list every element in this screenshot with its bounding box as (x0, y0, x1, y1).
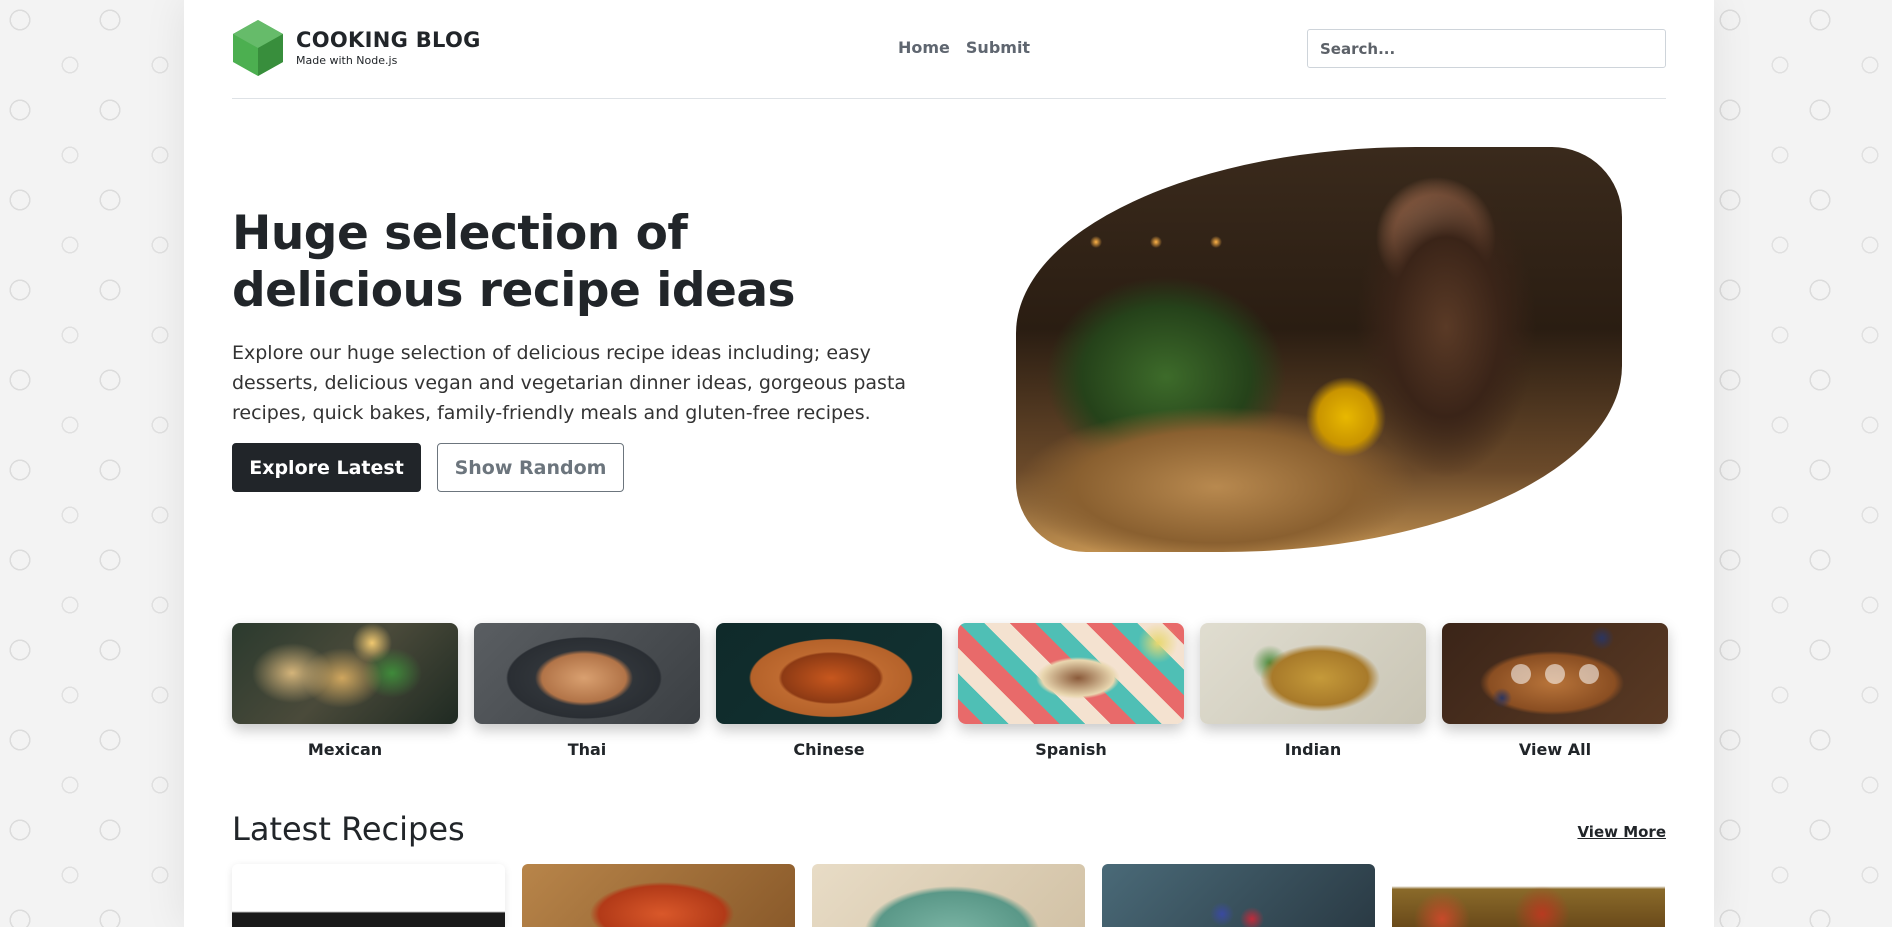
category-label: Chinese (793, 740, 865, 759)
category-label: View All (1518, 740, 1592, 759)
category-indian[interactable]: Indian (1200, 623, 1426, 759)
hero-image (1016, 147, 1622, 552)
latest-recipes-heading: Latest Recipes (232, 810, 465, 848)
show-random-button[interactable]: Show Random (437, 443, 624, 492)
category-mexican[interactable]: Mexican (232, 623, 458, 759)
category-chinese[interactable]: Chinese (716, 623, 942, 759)
logo-title: COOKING BLOG (296, 27, 481, 52)
category-image (958, 623, 1184, 724)
view-more-link[interactable]: View More (1577, 823, 1666, 841)
category-spanish[interactable]: Spanish (958, 623, 1184, 759)
site-logo[interactable]: COOKING BLOG Made with Node.js (232, 19, 481, 77)
nav-link-submit[interactable]: Submit (958, 38, 1038, 58)
search-input[interactable] (1307, 29, 1666, 68)
category-image (474, 623, 700, 724)
carousel-dots-icon (1442, 623, 1668, 724)
category-label: Mexican (307, 740, 383, 759)
recipe-card[interactable] (522, 864, 795, 927)
category-label: Spanish (1035, 740, 1107, 759)
recipe-card[interactable] (1392, 864, 1665, 927)
category-view-all[interactable]: View All (1442, 623, 1668, 759)
logo-subtitle: Made with Node.js (296, 54, 398, 68)
hexagon-logo-icon (233, 20, 283, 76)
page-container: COOKING BLOG Made with Node.js Home Subm… (184, 0, 1714, 927)
category-image (232, 623, 458, 724)
recipe-card[interactable] (812, 864, 1085, 927)
category-image (1200, 623, 1426, 724)
category-label: Thai (567, 740, 607, 759)
category-label: Indian (1284, 740, 1342, 759)
hero-title: Huge selection of delicious recipe ideas (232, 206, 796, 318)
recipe-card[interactable] (232, 864, 505, 927)
explore-latest-button[interactable]: Explore Latest (232, 443, 421, 492)
nav-link-home[interactable]: Home (890, 38, 958, 58)
recipe-card[interactable] (1102, 864, 1375, 927)
category-image (716, 623, 942, 724)
site-header: COOKING BLOG Made with Node.js Home Subm… (232, 0, 1666, 99)
main-nav: Home Submit (890, 38, 1038, 58)
hero-description: Explore our huge selection of delicious … (232, 342, 907, 424)
category-thai[interactable]: Thai (474, 623, 700, 759)
